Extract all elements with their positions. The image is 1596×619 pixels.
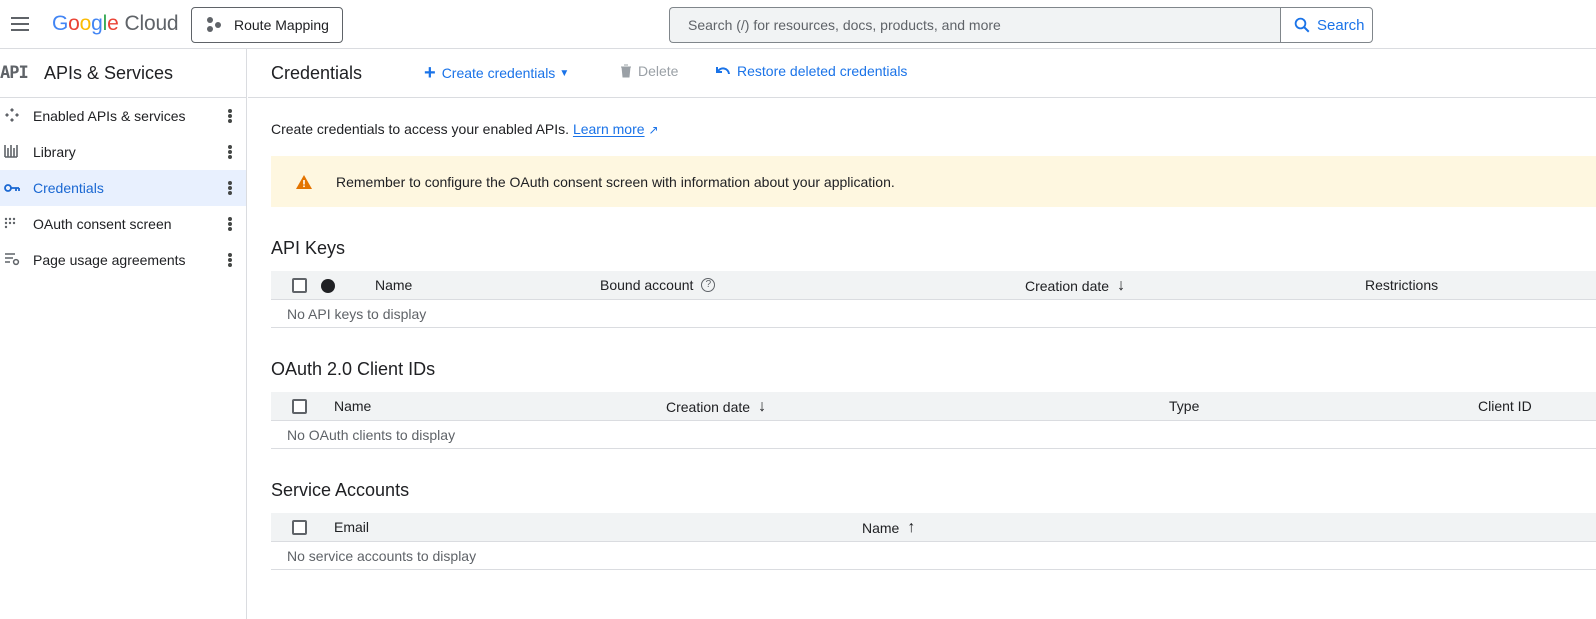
search-icon	[1294, 17, 1310, 33]
trash-icon	[621, 64, 631, 78]
page-title: Credentials	[271, 63, 363, 83]
sidebar-item-label: Enabled APIs & services	[33, 108, 186, 124]
service-accounts-title: Service Accounts	[271, 480, 410, 500]
column-type[interactable]: Type	[1169, 398, 1199, 414]
more-vert-icon[interactable]	[223, 251, 237, 269]
sort-up-icon: ↑	[907, 519, 916, 536]
sidebar-item-credentials[interactable]: Credentials	[0, 170, 246, 206]
sidebar-item-label: Page usage agreements	[33, 252, 186, 268]
project-picker-button[interactable]: Route Mapping	[191, 7, 343, 43]
column-creation-date[interactable]: Creation date ↓	[1025, 277, 1125, 295]
warning-icon	[296, 174, 312, 189]
sidebar-title: APIs & Services	[44, 62, 174, 83]
oauth-clients-title: OAuth 2.0 Client IDs	[271, 359, 436, 379]
key-icon	[0, 181, 33, 196]
table-header: Name Creation date ↓ Type Client ID	[271, 392, 1596, 421]
sidebar-item-enabled-apis[interactable]: Enabled APIs & services	[0, 98, 246, 134]
oauth-warning-banner: Remember to configure the OAuth consent …	[271, 156, 1596, 207]
main-content: Credentials + Create credentials ▼ Delet…	[248, 49, 1596, 619]
column-label: Name	[862, 520, 900, 536]
dropdown-arrow-icon: ▼	[559, 67, 570, 79]
status-dot-icon	[321, 279, 335, 293]
empty-message: No API keys to display	[287, 306, 427, 322]
main-menu-icon[interactable]	[8, 12, 32, 36]
intro-description: Create credentials to access your enable…	[271, 121, 570, 137]
agreements-icon	[0, 252, 33, 269]
sort-down-icon: ↓	[758, 398, 767, 415]
top-bar: Google Cloud Route Mapping Search	[0, 0, 1596, 49]
table-row: No API keys to display	[271, 300, 1596, 328]
more-vert-icon[interactable]	[223, 107, 237, 125]
column-name[interactable]: Name	[334, 398, 371, 414]
table-header: Email Name ↑	[271, 513, 1596, 542]
empty-message: No OAuth clients to display	[287, 427, 456, 443]
column-name[interactable]: Name ↑	[862, 519, 915, 537]
sidebar-header: API APIs & Services	[0, 49, 246, 98]
sidebar: API APIs & Services Enabled APIs & servi…	[0, 49, 247, 619]
more-vert-icon[interactable]	[223, 179, 237, 197]
sidebar-item-library[interactable]: Library	[0, 134, 246, 170]
sidebar-item-page-usage[interactable]: Page usage agreements	[0, 242, 246, 278]
enabled-apis-icon	[0, 107, 33, 126]
project-name: Route Mapping	[234, 17, 329, 33]
search-button[interactable]: Search	[1280, 7, 1373, 43]
column-label: Bound account	[600, 277, 694, 293]
delete-label: Delete	[638, 63, 679, 79]
column-restrictions[interactable]: Restrictions	[1365, 277, 1438, 293]
oauth-clients-table: Name Creation date ↓ Type Client ID No O…	[271, 392, 1596, 449]
project-icon	[206, 16, 224, 34]
select-all-checkbox[interactable]	[292, 399, 307, 414]
more-vert-icon[interactable]	[223, 215, 237, 233]
sidebar-item-label: OAuth consent screen	[33, 216, 172, 232]
select-all-checkbox[interactable]	[292, 520, 307, 535]
sort-down-icon: ↓	[1117, 277, 1126, 294]
sidebar-item-label: Credentials	[33, 180, 104, 196]
service-accounts-table: Email Name ↑ No service accounts to disp…	[271, 513, 1596, 570]
column-name[interactable]: Name	[375, 277, 412, 293]
sidebar-nav: Enabled APIs & services Library Credenti…	[0, 98, 246, 278]
sidebar-item-label: Library	[33, 144, 76, 160]
more-vert-icon[interactable]	[223, 143, 237, 161]
plus-icon: +	[424, 62, 436, 84]
table-row: No service accounts to display	[271, 542, 1596, 570]
learn-more-link[interactable]: Learn more	[573, 121, 645, 137]
column-bound-account[interactable]: Bound account ?	[600, 277, 716, 293]
help-icon[interactable]: ?	[701, 278, 716, 292]
action-bar: Credentials + Create credentials ▼ Delet…	[248, 49, 1596, 98]
column-creation-date[interactable]: Creation date ↓	[666, 398, 766, 416]
table-row: No OAuth clients to display	[271, 421, 1596, 449]
search-box	[669, 7, 1281, 43]
restore-deleted-credentials-button[interactable]: Restore deleted credentials	[715, 63, 907, 79]
search-button-label: Search	[1317, 16, 1365, 34]
api-keys-title: API Keys	[271, 238, 346, 258]
column-label: Creation date	[1025, 278, 1110, 294]
oauth-icon	[0, 216, 33, 233]
undo-icon	[716, 67, 730, 75]
column-email[interactable]: Email	[334, 519, 369, 535]
search-input[interactable]	[670, 8, 1281, 42]
intro-text: Create credentials to access your enable…	[271, 121, 659, 137]
create-credentials-button[interactable]: + Create credentials ▼	[424, 63, 569, 83]
column-client-id[interactable]: Client ID	[1478, 398, 1532, 414]
library-icon	[0, 144, 33, 161]
external-link-icon: ↗	[648, 123, 659, 137]
sidebar-item-oauth-consent[interactable]: OAuth consent screen	[0, 206, 246, 242]
delete-button[interactable]: Delete	[620, 63, 678, 79]
select-all-checkbox[interactable]	[292, 278, 307, 293]
banner-text: Remember to configure the OAuth consent …	[336, 173, 895, 190]
column-label: Creation date	[666, 399, 751, 415]
create-credentials-label: Create credentials	[441, 65, 556, 81]
api-keys-table: Name Bound account ? Creation date ↓ Res…	[271, 271, 1596, 328]
empty-message: No service accounts to display	[287, 548, 477, 564]
table-header: Name Bound account ? Creation date ↓ Res…	[271, 271, 1596, 300]
api-icon: API	[0, 63, 29, 83]
google-cloud-logo[interactable]: Google Cloud	[52, 12, 179, 36]
restore-label: Restore deleted credentials	[737, 63, 908, 79]
